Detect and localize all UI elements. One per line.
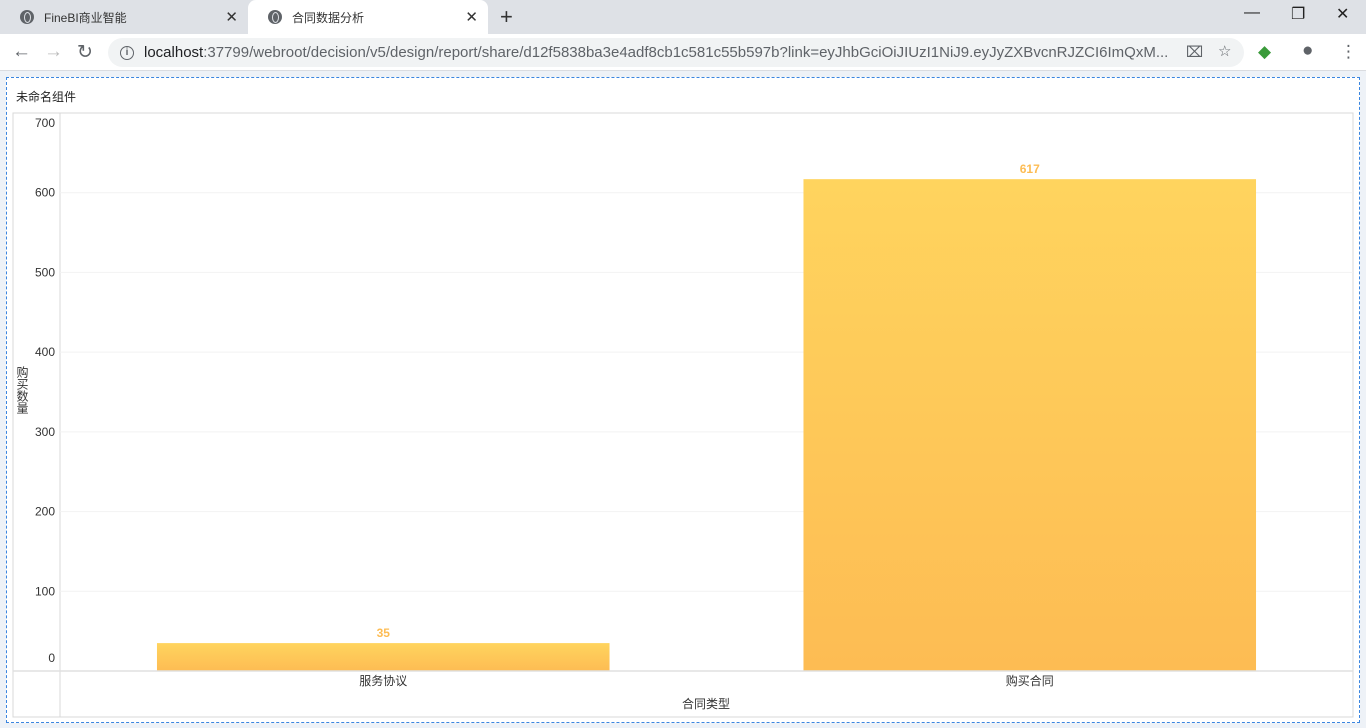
y-tick-label: 500	[35, 265, 55, 279]
y-tick-label: 400	[35, 345, 55, 359]
x-axis-title: 合同类型	[682, 696, 730, 711]
x-tick-label: 购买合同	[1006, 673, 1054, 688]
data-label: 617	[1020, 162, 1040, 176]
bar[interactable]	[156, 643, 610, 671]
y-tick-label: 200	[35, 505, 55, 519]
x-tick-label: 服务协议	[359, 673, 407, 688]
y-tick-label: 100	[35, 584, 55, 598]
data-label: 35	[377, 626, 391, 640]
y-tick-label: 0	[48, 651, 55, 665]
y-tick-label: 700	[35, 116, 55, 130]
y-axis-title: 购买数量	[15, 365, 29, 414]
bar[interactable]	[803, 179, 1257, 672]
bar-chart: 0 100 200 300 400 500 600 700 35 服务协议 617 购买合同 合同类…	[12, 112, 1354, 718]
y-tick-label: 600	[35, 186, 55, 200]
y-tick-label: 300	[35, 425, 55, 439]
